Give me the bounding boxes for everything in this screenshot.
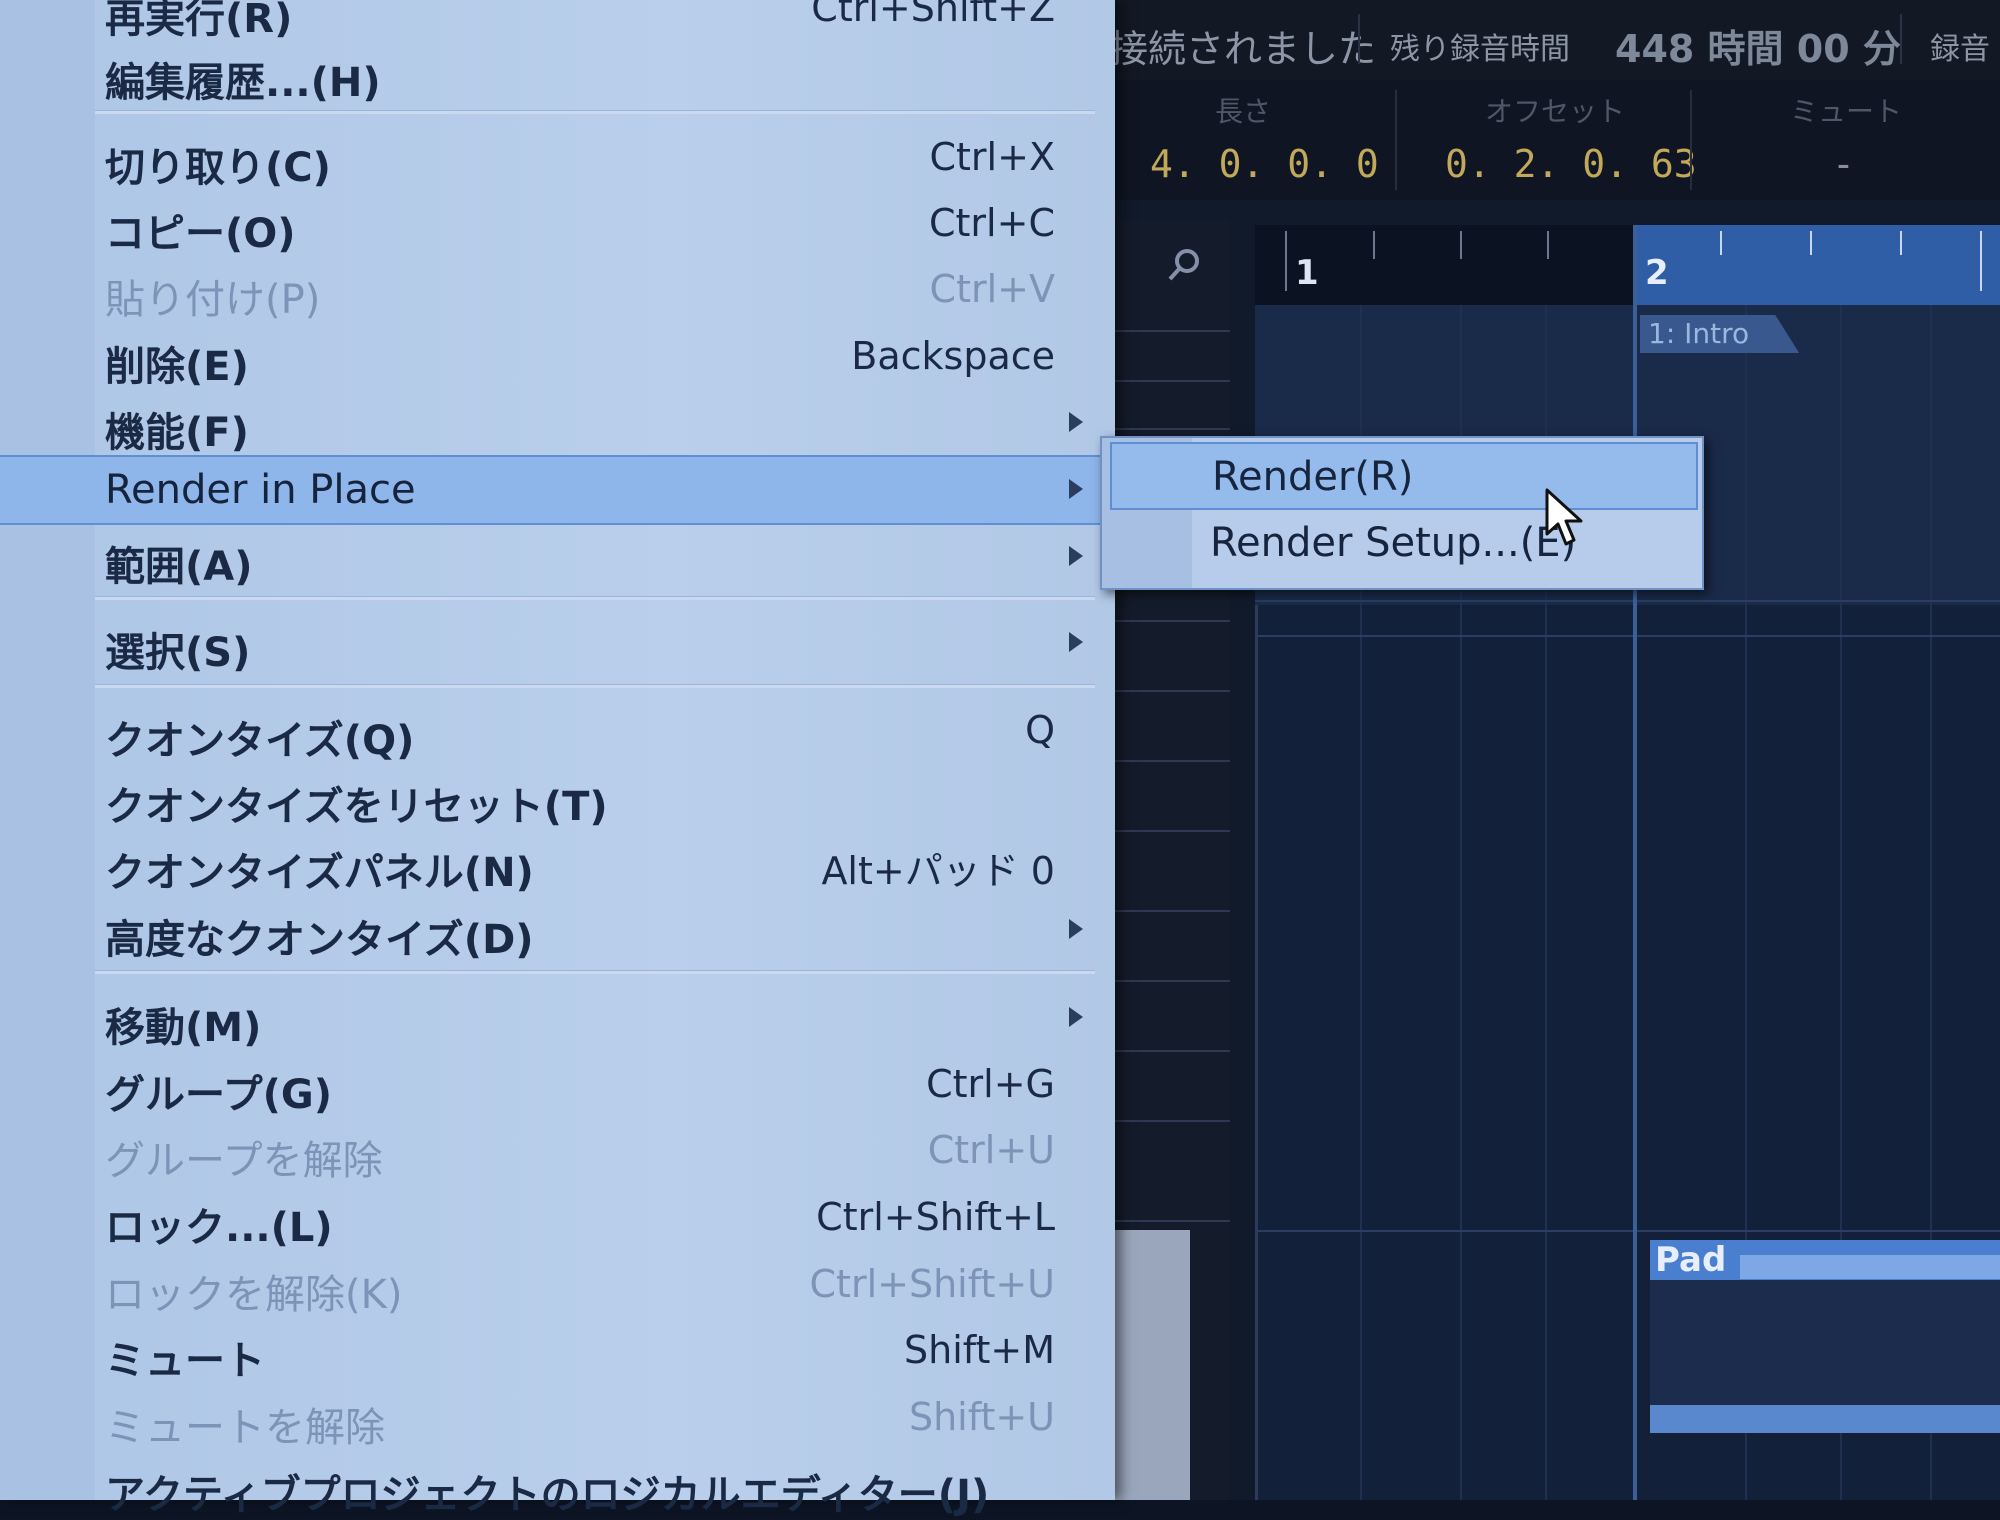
menu-item-move[interactable]: 移動(M)	[0, 985, 1115, 1051]
remaining-record-time-label: 残り録音時間	[1390, 32, 1570, 67]
search-icon[interactable]	[1165, 245, 1205, 285]
submenu-arrow-icon	[1069, 632, 1083, 652]
submenu-arrow-icon	[1069, 1007, 1083, 1027]
menu-item-quantize[interactable]: クオンタイズ(Q) Q	[0, 698, 1115, 764]
mute-value[interactable]: -	[1832, 142, 1855, 186]
menu-item-edit-history[interactable]: 編集履歴...(H)	[0, 40, 1115, 106]
menu-item-reset-quantize[interactable]: クオンタイズをリセット(T)	[0, 764, 1115, 830]
menu-item-redo[interactable]: 再実行(R) Ctrl+Shift+Z	[0, 0, 1115, 42]
info-line: 長さ 4. 0. 0. 0 オフセット 0. 2. 0. 63 ミュート -	[1100, 80, 2000, 200]
menu-item-quantize-panel[interactable]: クオンタイズパネル(N) Alt+パッド 0	[0, 830, 1115, 896]
menu-item-advanced-quantize[interactable]: 高度なクオンタイズ(D)	[0, 897, 1115, 963]
submenu-arrow-icon	[1069, 479, 1083, 499]
menu-separator	[95, 684, 1095, 688]
ruler-bar-2: 2	[1645, 253, 1669, 293]
length-value[interactable]: 4. 0. 0. 0	[1150, 142, 1379, 186]
menu-item-paste[interactable]: 貼り付け(P) Ctrl+V	[0, 257, 1115, 323]
offset-value[interactable]: 0. 2. 0. 63	[1445, 142, 1697, 186]
ruler-bar-1: 1	[1295, 253, 1319, 293]
menu-item-range[interactable]: 範囲(A)	[0, 524, 1115, 590]
menu-item-mute[interactable]: ミュート Shift+M	[0, 1318, 1115, 1384]
menu-separator	[95, 110, 1095, 114]
render-in-place-submenu: Render(R) Render Setup...(E)	[1100, 436, 1704, 590]
length-label: 長さ	[1215, 95, 1272, 128]
mouse-cursor-icon	[1545, 488, 1589, 550]
pad-event-bar	[1740, 1255, 2000, 1279]
status-bar: 接続されました 残り録音時間 448 時間 00 分 録音	[1100, 0, 2000, 80]
menu-item-render-in-place[interactable]: Render in Place	[0, 455, 1115, 525]
status-connected-text: 接続されました	[1110, 27, 1377, 71]
menu-item-logical-editor[interactable]: アクティブプロジェクトのロジカルエディター(J)	[0, 1452, 1115, 1518]
submenu-item-render-setup[interactable]: Render Setup...(E)	[1110, 510, 1694, 574]
cycle-range[interactable]: 2	[1635, 225, 2000, 305]
menu-item-functions[interactable]: 機能(F)	[0, 390, 1115, 456]
menu-item-unmute[interactable]: ミュートを解除 Shift+U	[0, 1385, 1115, 1451]
menu-item-group[interactable]: グループ(G) Ctrl+G	[0, 1052, 1115, 1118]
submenu-arrow-icon	[1069, 546, 1083, 566]
menu-item-select[interactable]: 選択(S)	[0, 610, 1115, 676]
submenu-arrow-icon	[1069, 919, 1083, 939]
pad-event-strip	[1650, 1405, 2000, 1433]
edit-context-menu: 再実行(R) Ctrl+Shift+Z 編集履歴...(H) 切り取り(C) C…	[0, 0, 1115, 1518]
menu-separator	[95, 970, 1095, 974]
marker-intro[interactable]: 1: Intro	[1640, 315, 1800, 353]
menu-item-ungroup[interactable]: グループを解除 Ctrl+U	[0, 1118, 1115, 1184]
menu-item-lock[interactable]: ロック...(L) Ctrl+Shift+L	[0, 1185, 1115, 1251]
menu-item-unlock[interactable]: ロックを解除(K) Ctrl+Shift+U	[0, 1252, 1115, 1318]
menu-item-delete[interactable]: 削除(E) Backspace	[0, 324, 1115, 390]
mute-label: ミュート	[1790, 95, 1903, 128]
locator-line[interactable]	[1633, 225, 1637, 1500]
remaining-record-time-value: 448 時間 00 分	[1615, 27, 1901, 71]
menu-item-copy[interactable]: コピー(O) Ctrl+C	[0, 191, 1115, 257]
menu-item-cut[interactable]: 切り取り(C) Ctrl+X	[0, 125, 1115, 191]
track-control-strip	[1110, 1230, 1190, 1500]
pad-event-body[interactable]	[1650, 1280, 2000, 1405]
offset-label: オフセット	[1485, 95, 1626, 128]
menu-separator	[95, 596, 1095, 600]
record-format-label: 録音	[1930, 32, 1990, 67]
submenu-arrow-icon	[1069, 412, 1083, 432]
submenu-item-render[interactable]: Render(R)	[1110, 442, 1698, 510]
pad-event-label: Pad	[1655, 1240, 1727, 1280]
